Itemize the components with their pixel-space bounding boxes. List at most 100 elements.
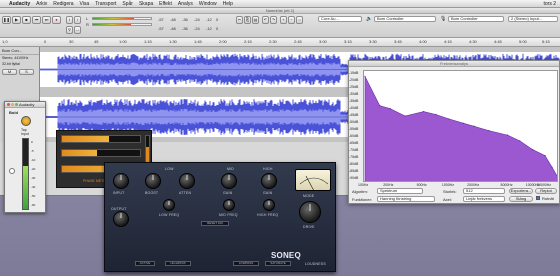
- low-boost-knob[interactable]: [145, 173, 161, 189]
- minimize-icon[interactable]: [11, 103, 14, 106]
- menu-item-arkiv[interactable]: Arkiv: [36, 1, 47, 7]
- spectrum-plot[interactable]: [363, 70, 558, 182]
- meter-scale-3: -24: [194, 17, 200, 22]
- mid-freq-knob[interactable]: [223, 199, 235, 211]
- zoom-icon[interactable]: [15, 103, 18, 106]
- low-freq-label: LOW FREQ: [159, 213, 180, 217]
- meter-left-label: L: [86, 16, 89, 21]
- menu-item-help[interactable]: Help: [223, 1, 233, 7]
- record-meter-left[interactable]: [92, 17, 152, 20]
- meter-knob-icon[interactable]: [21, 116, 31, 126]
- lowpass-button[interactable]: LOWPASS: [233, 261, 259, 266]
- input-device-select[interactable]: Bom Controller: [448, 16, 504, 22]
- track-name[interactable]: Bom Con...: [0, 47, 39, 55]
- copy-icon[interactable]: ⎘: [244, 16, 251, 24]
- stop-button[interactable]: ■: [22, 16, 31, 24]
- meter2-scale-4: -12: [206, 26, 212, 31]
- frequency-analysis-window[interactable]: Frekvensanalys -15dB -20dB -25dB -30dB -35dB…: [348, 60, 560, 204]
- input-knob[interactable]: [113, 173, 129, 189]
- menu-item-window[interactable]: Window: [199, 1, 217, 7]
- selection-tool-icon[interactable]: I: [66, 16, 73, 24]
- ruler-tick: 1:45: [194, 39, 202, 44]
- high-freq-knob[interactable]: [263, 199, 275, 211]
- timeline-ruler[interactable]: 1,0 0 30 45 1:00 1:15 1:30 1:45 2:00 2:1…: [0, 38, 560, 47]
- undo-icon[interactable]: ↶: [262, 16, 269, 24]
- ruler-tick: 2:15: [244, 39, 252, 44]
- ruler-tick: 0: [44, 39, 47, 44]
- meter-radio-button[interactable]: [9, 168, 15, 174]
- ruler-tick: 4:30: [469, 39, 477, 44]
- menu-clock[interactable]: tors 2: [543, 1, 560, 7]
- level-scale-2: -10: [31, 158, 36, 162]
- level-scale-5: -40: [31, 185, 36, 189]
- skip-end-button[interactable]: ⏭: [42, 16, 51, 24]
- menu-item-spar[interactable]: Spår: [122, 1, 133, 7]
- axis-select[interactable]: Linjär frekvens: [463, 196, 505, 202]
- ruler-tick: 1,0: [2, 39, 8, 44]
- close-icon[interactable]: [7, 103, 10, 106]
- size-select[interactable]: 512: [463, 188, 505, 194]
- atten-label: ATTEN: [179, 191, 192, 195]
- menu-item-skapa[interactable]: Skapa: [139, 1, 153, 7]
- export-button[interactable]: Exportera...: [509, 188, 533, 194]
- menu-item-transport[interactable]: Transport: [95, 1, 116, 7]
- mute-button[interactable]: M: [2, 69, 17, 75]
- mode-label: MODE: [303, 194, 315, 198]
- ruler-tick: 30: [69, 39, 74, 44]
- level-scale-6: -50: [31, 194, 36, 198]
- meter2-scale-1: -48: [170, 26, 176, 31]
- fit-icon[interactable]: ⇔: [296, 16, 303, 24]
- replot-button[interactable]: Replot: [535, 188, 557, 194]
- function-select[interactable]: Hanning fönstring: [377, 196, 435, 202]
- level-scale: 0 -5 -10 -20 -30 -40 -50 -60: [31, 138, 35, 210]
- timeshift-tool-icon[interactable]: ↔: [74, 26, 81, 34]
- output-knob[interactable]: [113, 211, 129, 227]
- menu-app-name[interactable]: Audacity: [9, 1, 30, 7]
- freq-x-tick-label: 1000Hz: [441, 183, 454, 187]
- pause-button[interactable]: ❚❚: [2, 16, 11, 24]
- active-button[interactable]: ACTIVE: [135, 261, 155, 266]
- freq-x-tick-label: 20000Hz: [537, 183, 552, 187]
- skip-start-button[interactable]: ⏮: [32, 16, 41, 24]
- record-meter-right[interactable]: [92, 23, 152, 26]
- grid-checkbox[interactable]: [536, 196, 540, 200]
- host-select[interactable]: Core Au...: [318, 16, 362, 22]
- spectrum-point: [379, 105, 381, 107]
- saturate-button[interactable]: SATURATE: [265, 261, 291, 266]
- channels-select[interactable]: 2 (Stereo) Input...: [508, 16, 558, 22]
- menu-item-visa[interactable]: Visa: [80, 1, 90, 7]
- high-gain-label: GAIN: [263, 191, 273, 195]
- soneq-plugin-window[interactable]: LOW MID HIGH INPUT OUTPUT BOOST ATTEN LO…: [104, 162, 336, 272]
- record-button[interactable]: ●: [52, 16, 61, 24]
- high-gain-knob[interactable]: [261, 173, 277, 189]
- zoom-in-icon[interactable]: +: [280, 16, 287, 24]
- redo-icon[interactable]: ↷: [270, 16, 277, 24]
- output-device-select[interactable]: Bom Controller: [374, 16, 436, 22]
- vu-needle-icon: [299, 175, 329, 192]
- boost-label: BOOST: [145, 191, 159, 195]
- zoom-tool-icon[interactable]: ⚲: [66, 26, 73, 34]
- level-scale-1: -5: [31, 149, 34, 153]
- menu-item-effekt[interactable]: Effekt: [159, 1, 172, 7]
- cut-icon[interactable]: ✂: [236, 16, 243, 24]
- drive-knob[interactable]: [299, 201, 321, 223]
- low-atten-knob[interactable]: [179, 173, 195, 189]
- solo-button[interactable]: S: [19, 69, 34, 75]
- level-meter-window[interactable]: Audacity Bold Tap Input 0 -5 -10 -20 -30…: [4, 101, 46, 213]
- mid-gain-knob[interactable]: [221, 173, 237, 189]
- highpass-button[interactable]: HIGHPASS: [165, 261, 191, 266]
- zoom-out-icon[interactable]: −: [288, 16, 295, 24]
- low-freq-knob[interactable]: [163, 199, 175, 211]
- vu-meter: [295, 169, 331, 192]
- band-label-low: LOW: [165, 167, 174, 171]
- ruler-tick: 4:45: [494, 39, 502, 44]
- menu-item-redigera[interactable]: Redigera: [53, 1, 73, 7]
- envelope-tool-icon[interactable]: ↕: [74, 16, 81, 24]
- ruler-tick: 2:45: [294, 39, 302, 44]
- close-button[interactable]: Stäng: [509, 196, 533, 202]
- algorithm-select[interactable]: Spektrum: [377, 188, 423, 194]
- menu-item-analys[interactable]: Analys: [178, 1, 193, 7]
- paste-icon[interactable]: ▤: [252, 16, 259, 24]
- freq-x-tick-label: 500Hz: [416, 183, 427, 187]
- play-button[interactable]: ▶: [12, 16, 21, 24]
